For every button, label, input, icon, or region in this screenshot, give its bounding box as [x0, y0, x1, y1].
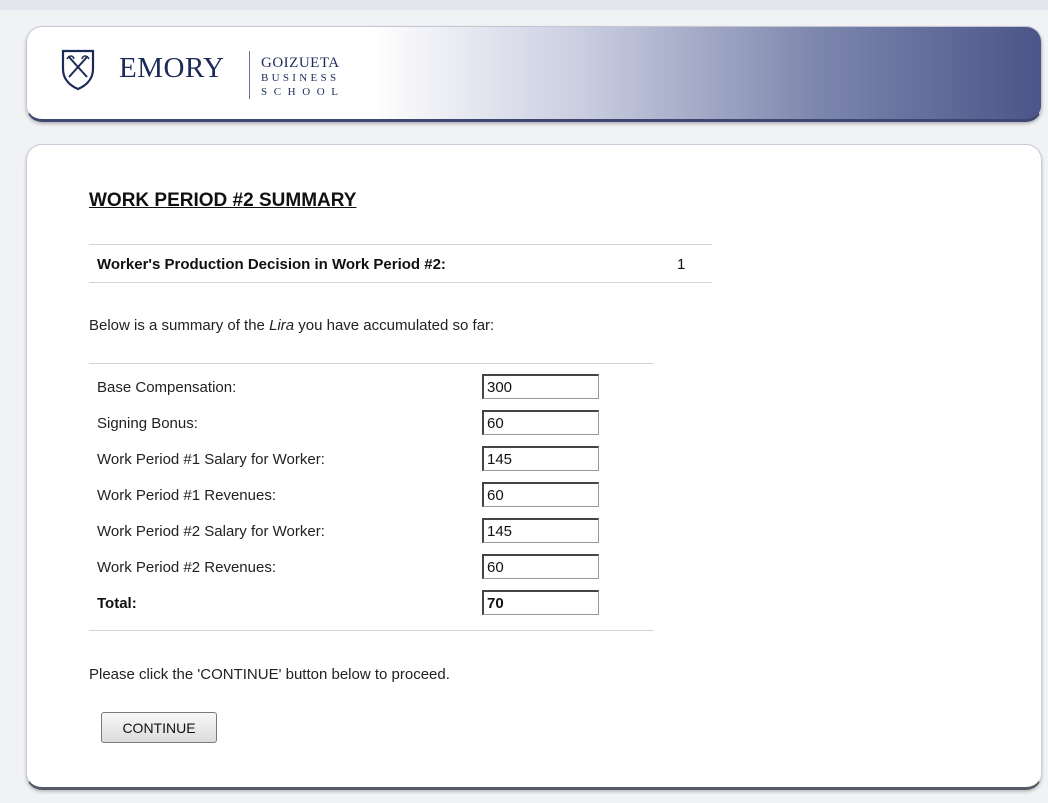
total-label: Total:: [97, 595, 137, 612]
summary-value-field[interactable]: [482, 446, 599, 471]
summary-label: Work Period #1 Revenues:: [97, 487, 276, 504]
summary-row-total: Total:: [89, 588, 654, 618]
continue-instruction: Please click the 'CONTINUE' button below…: [89, 666, 450, 683]
production-decision-value: 1: [677, 256, 686, 273]
intro-text-before: Below is a summary of the: [89, 317, 270, 334]
logo-school-text: SCHOOL: [261, 86, 345, 98]
page-title: WORK PERIOD #2 SUMMARY: [89, 190, 357, 211]
summary-intro: Below is a summary of the Lira you have …: [89, 317, 494, 334]
total-value-field[interactable]: [482, 590, 599, 615]
summary-table: Base Compensation: Signing Bonus: Work P…: [89, 363, 654, 631]
logo-business-text: BUSINESS: [261, 72, 340, 84]
summary-row-wp2-revenues: Work Period #2 Revenues:: [89, 552, 654, 582]
summary-label: Base Compensation:: [97, 379, 237, 396]
summary-label: Work Period #1 Salary for Worker:: [97, 451, 325, 468]
summary-row-wp1-salary: Work Period #1 Salary for Worker:: [89, 444, 654, 474]
emory-shield-icon: [61, 49, 95, 91]
production-decision-label: Worker's Production Decision in Work Per…: [97, 256, 446, 273]
summary-row-signing-bonus: Signing Bonus:: [89, 408, 654, 438]
top-strip: [0, 0, 1048, 10]
summary-value-field[interactable]: [482, 374, 599, 399]
logo-emory-text: EMORY: [119, 52, 225, 84]
continue-button[interactable]: CONTINUE: [101, 712, 217, 743]
logo-divider: [249, 51, 250, 99]
summary-value-field[interactable]: [482, 554, 599, 579]
production-decision-row: Worker's Production Decision in Work Per…: [89, 244, 712, 283]
summary-label: Signing Bonus:: [97, 415, 198, 432]
summary-row-wp1-revenues: Work Period #1 Revenues:: [89, 480, 654, 510]
summary-value-field[interactable]: [482, 410, 599, 435]
summary-row-wp2-salary: Work Period #2 Salary for Worker:: [89, 516, 654, 546]
summary-value-field[interactable]: [482, 482, 599, 507]
header-banner: EMORY GOIZUETA BUSINESS SCHOOL: [26, 26, 1042, 122]
summary-value-field[interactable]: [482, 518, 599, 543]
content-panel: WORK PERIOD #2 SUMMARY Worker's Producti…: [26, 144, 1042, 790]
summary-label: Work Period #2 Salary for Worker:: [97, 523, 325, 540]
intro-lira-emphasis: Lira: [269, 317, 295, 334]
summary-row-base-compensation: Base Compensation:: [89, 372, 654, 402]
summary-label: Work Period #2 Revenues:: [97, 559, 276, 576]
logo-goizueta-text: GOIZUETA: [261, 55, 340, 71]
intro-text-after: you have accumulated so far:: [294, 317, 495, 334]
